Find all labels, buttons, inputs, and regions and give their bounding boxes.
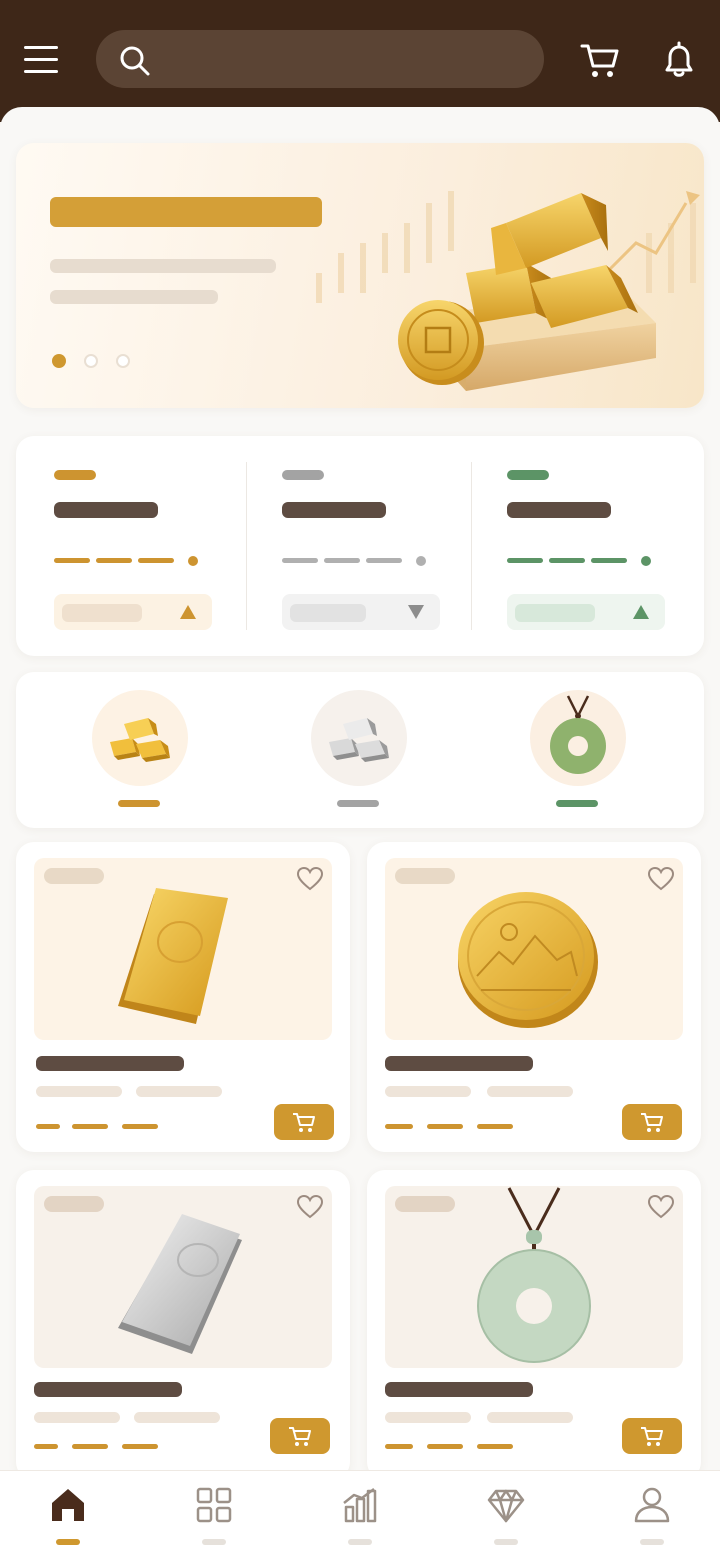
product-price (34, 1444, 58, 1449)
user-icon (634, 1487, 670, 1523)
product-subtitle (36, 1086, 122, 1097)
gold-coin-image (458, 892, 598, 1028)
trend-up-icon (633, 605, 649, 619)
product-title (385, 1056, 533, 1071)
cart-icon (641, 1427, 663, 1446)
divider (471, 462, 472, 630)
banner-subtitle (50, 259, 276, 273)
product-subtitle (34, 1412, 120, 1423)
gold-change-pill (54, 594, 212, 630)
product-card[interactable] (16, 842, 350, 1152)
jade-pendant-icon (550, 695, 606, 774)
jade-pendant-image (477, 1187, 591, 1363)
product-card[interactable] (367, 842, 701, 1152)
bottom-nav (0, 1470, 720, 1560)
nav-indicator (202, 1539, 226, 1545)
product-price (385, 1124, 413, 1129)
silver-price-card[interactable] (244, 436, 469, 656)
silver-label (282, 470, 324, 480)
product-subtitle (385, 1086, 471, 1097)
category-silver[interactable] (311, 690, 407, 810)
gold-bar-image (118, 888, 228, 1024)
cart-icon (293, 1113, 315, 1132)
trend-up-icon (180, 605, 196, 619)
gold-bars-icon (110, 718, 170, 762)
product-price (385, 1444, 413, 1449)
carousel-dot-2[interactable] (84, 354, 98, 368)
add-to-cart-button[interactable] (622, 1418, 682, 1454)
product-badge (44, 868, 104, 884)
heart-icon[interactable] (296, 1194, 324, 1220)
nav-indicator (348, 1539, 372, 1545)
trend-down-icon (408, 605, 424, 619)
banner-title (50, 197, 322, 227)
product-subtitle (385, 1412, 471, 1423)
chart-icon (343, 1488, 377, 1523)
notifications-button[interactable] (658, 40, 702, 80)
product-price (36, 1124, 60, 1129)
category-bar (16, 672, 704, 828)
bell-icon (665, 41, 693, 77)
silver-change-pill (282, 594, 440, 630)
category-indicator (556, 800, 598, 807)
nav-indicator (494, 1539, 518, 1545)
app-header (0, 0, 720, 122)
category-indicator (337, 800, 379, 807)
category-gold[interactable] (92, 690, 188, 810)
cart-icon (641, 1113, 663, 1132)
nav-profile[interactable] (612, 1481, 692, 1555)
silver-bars-icon (329, 718, 389, 762)
banner-subtitle-2 (50, 290, 218, 304)
search-icon (120, 46, 150, 76)
jade-change-pill (507, 594, 665, 630)
silver-price-value (282, 502, 386, 518)
jade-price-value (507, 502, 611, 518)
category-indicator (118, 800, 160, 807)
jade-price-card[interactable] (469, 436, 694, 656)
divider (246, 462, 247, 630)
nav-categories[interactable] (174, 1481, 254, 1555)
promo-banner[interactable] (16, 143, 704, 408)
nav-home[interactable] (28, 1481, 108, 1555)
product-title (385, 1382, 533, 1397)
heart-icon[interactable] (296, 866, 324, 892)
gold-price-card[interactable] (16, 436, 241, 656)
search-bar[interactable] (96, 30, 544, 88)
category-jade[interactable] (530, 690, 626, 810)
add-to-cart-button[interactable] (622, 1104, 682, 1140)
product-badge (395, 1196, 455, 1212)
carousel-dot-1[interactable] (52, 354, 66, 368)
grid-icon (196, 1487, 232, 1523)
cart-icon (289, 1427, 311, 1446)
nav-market[interactable] (320, 1481, 400, 1555)
product-badge (44, 1196, 104, 1212)
jade-label (507, 470, 549, 480)
gold-stack-image (398, 193, 656, 391)
product-card[interactable] (367, 1170, 701, 1480)
home-icon (52, 1489, 84, 1521)
carousel-dot-3[interactable] (116, 354, 130, 368)
menu-button[interactable] (20, 42, 62, 78)
search-input[interactable] (166, 40, 526, 78)
heart-icon[interactable] (647, 1194, 675, 1220)
gold-price-value (54, 502, 158, 518)
product-card[interactable] (16, 1170, 350, 1480)
product-badge (395, 868, 455, 884)
gold-label (54, 470, 96, 480)
add-to-cart-button[interactable] (274, 1104, 334, 1140)
menu-icon (24, 46, 58, 49)
product-title (34, 1382, 182, 1397)
price-panel (16, 436, 704, 656)
nav-jewelry[interactable] (466, 1481, 546, 1555)
heart-icon[interactable] (647, 866, 675, 892)
product-title (36, 1056, 184, 1071)
diamond-icon (487, 1489, 525, 1523)
nav-indicator (56, 1539, 80, 1545)
silver-bar-image (118, 1214, 242, 1354)
nav-indicator (640, 1539, 664, 1545)
cart-button[interactable] (578, 40, 622, 80)
cart-icon (580, 44, 619, 77)
add-to-cart-button[interactable] (270, 1418, 330, 1454)
